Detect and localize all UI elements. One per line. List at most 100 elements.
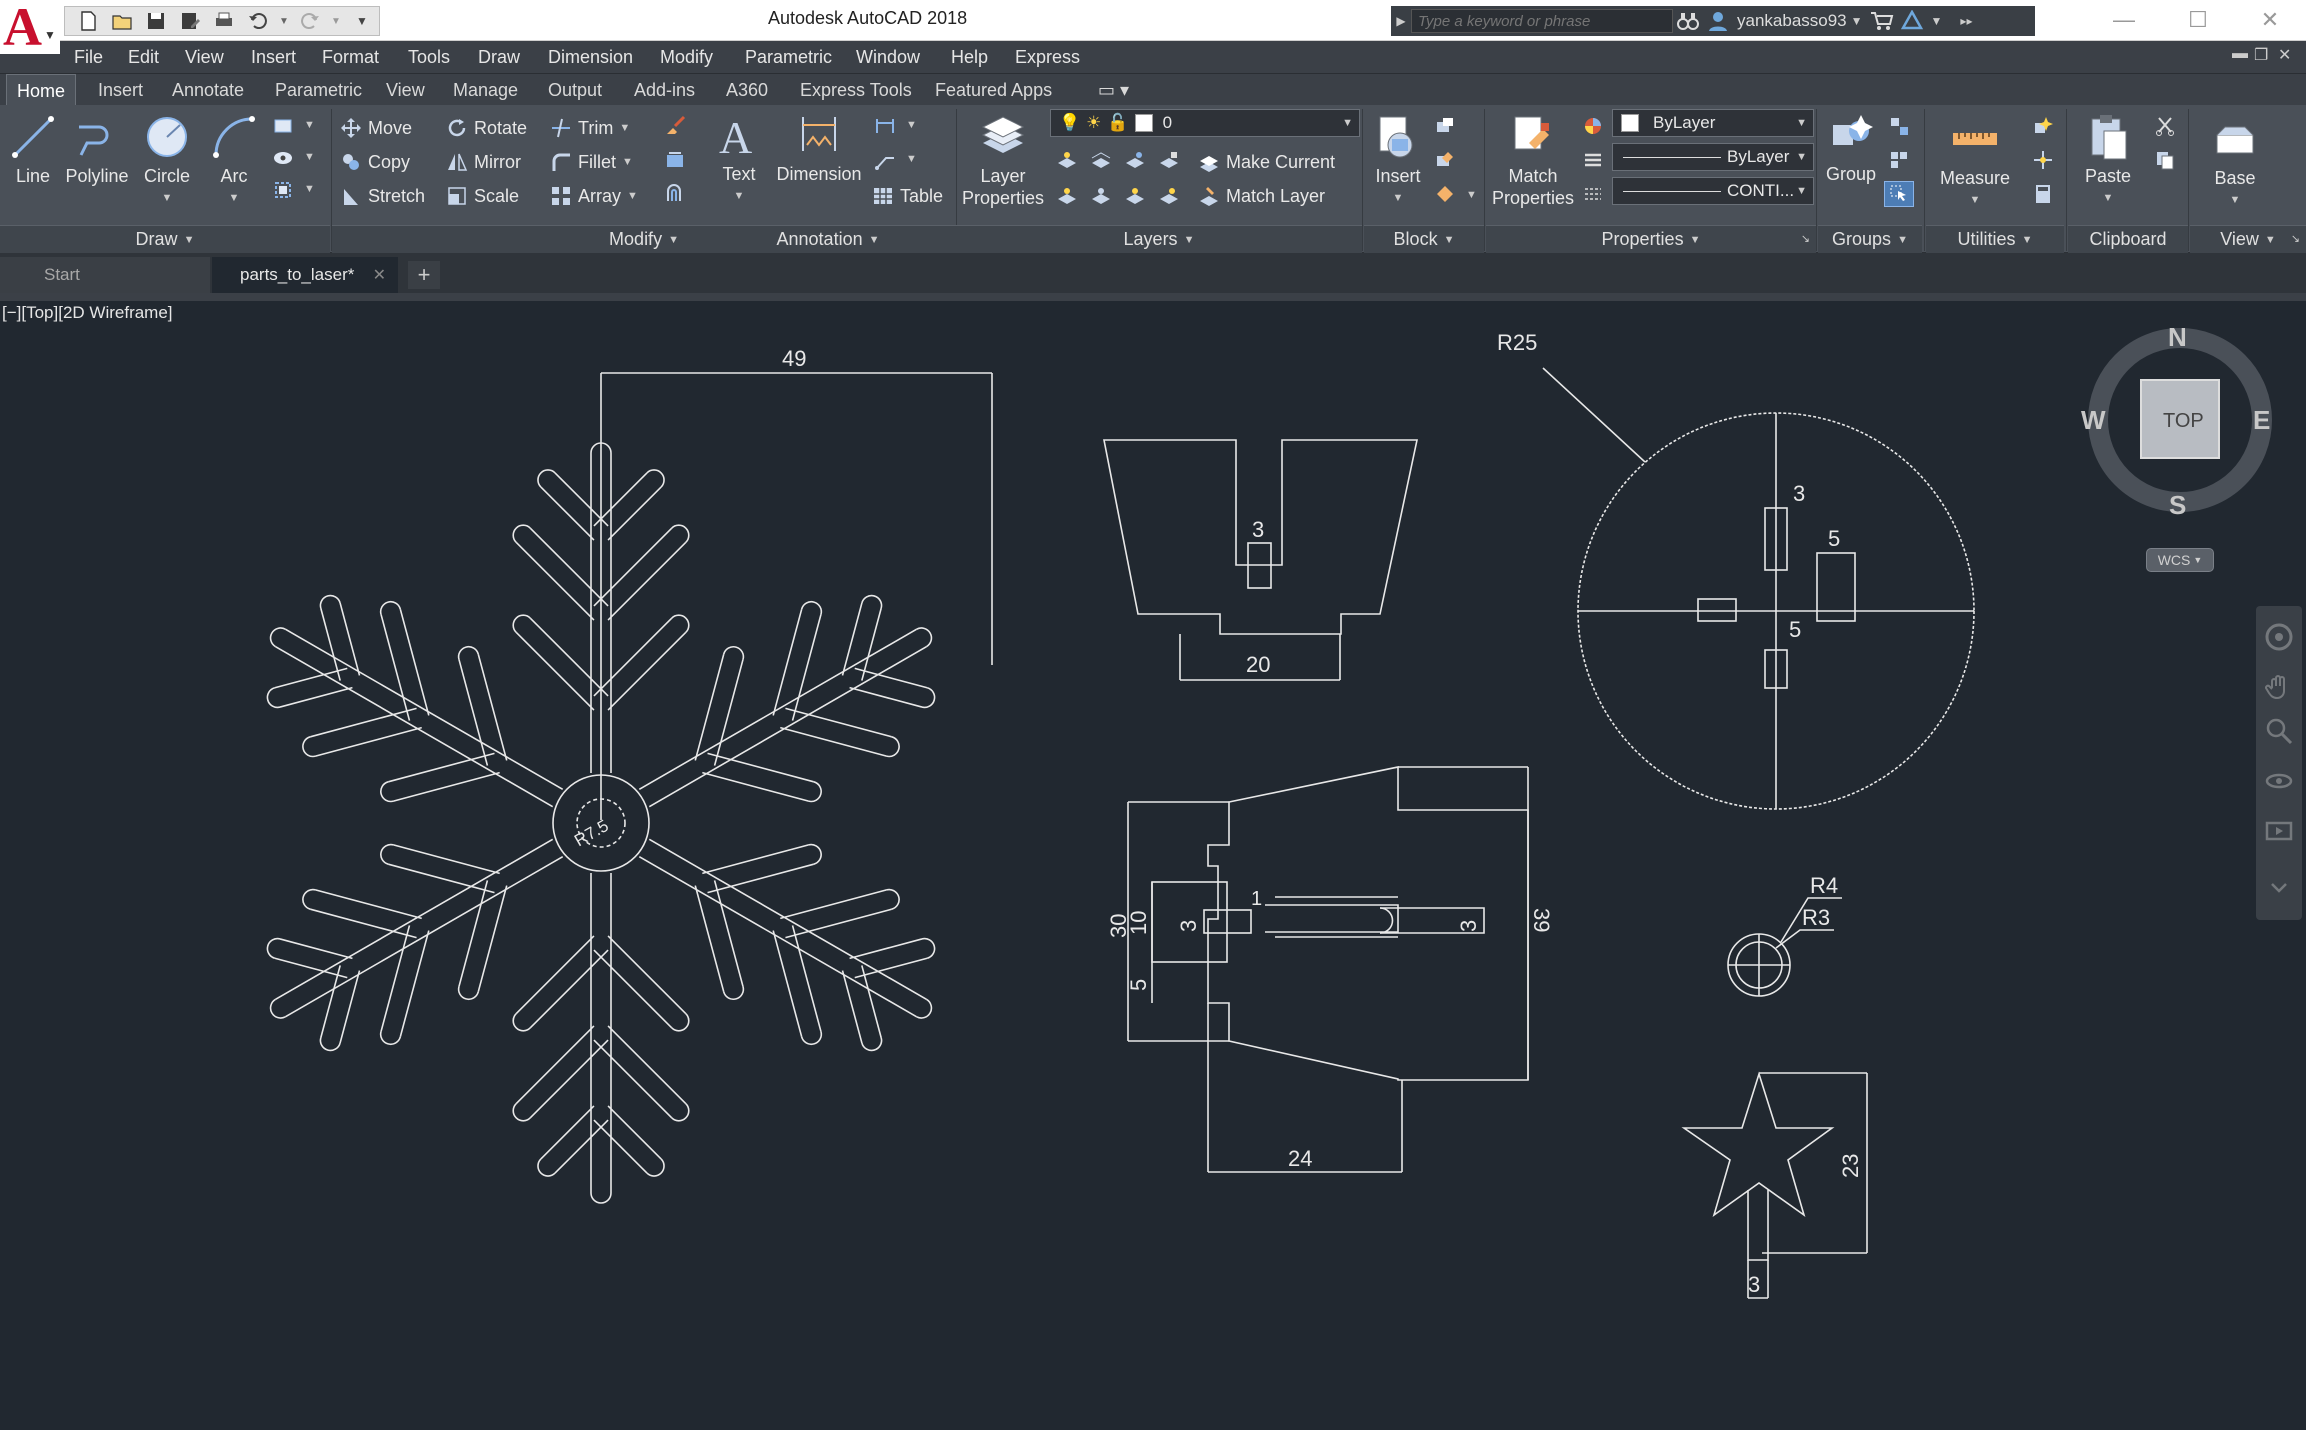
create-block-icon[interactable] [1430,113,1460,139]
compass-west[interactable]: W [2081,405,2106,435]
user-icon[interactable] [1703,9,1733,33]
leader-dropdown-icon[interactable]: ▼ [906,153,917,165]
redo-icon[interactable] [295,9,325,33]
menu-express[interactable]: Express [1015,47,1080,68]
boundary-icon[interactable] [268,177,298,203]
tab-featured-apps[interactable]: Featured Apps [935,80,1052,101]
array-dropdown-icon[interactable]: ▼ [627,190,638,202]
measure-button[interactable]: Measure ▼ [1936,115,2014,211]
file-tab-start[interactable]: Start [0,257,210,293]
tab-home[interactable]: Home [6,74,77,105]
offset-icon[interactable] [660,181,690,207]
circle-button[interactable]: Circle ▼ [138,113,196,209]
fillet-button[interactable]: Fillet ▼ [550,149,633,175]
a360-dropdown-icon[interactable]: ▼ [1931,14,1943,28]
arc-dropdown-icon[interactable]: ▼ [229,187,240,209]
tab-parametric[interactable]: Parametric [275,80,362,101]
zoom-extents-icon[interactable] [2264,716,2294,746]
wcs-menu[interactable]: WCS ▼ [2146,548,2214,572]
tab-add-ins[interactable]: Add-ins [634,80,695,101]
menu-format[interactable]: Format [322,47,379,68]
layer-on-icon[interactable] [1052,183,1082,209]
compass-east[interactable]: E [2253,405,2270,435]
binoculars-icon[interactable] [1673,9,1703,33]
rotate-button[interactable]: Rotate [446,115,527,141]
mdi-restore-icon[interactable]: ❐ [2254,45,2268,65]
leader-icon[interactable] [870,147,900,173]
mdi-minimize-icon[interactable]: ▬ [2232,45,2248,63]
text-dropdown-icon[interactable]: ▼ [734,185,745,207]
tab-view[interactable]: View [386,80,425,101]
linear-dimension-icon[interactable] [870,113,900,139]
attributes-dropdown-icon[interactable]: ▼ [1466,189,1477,201]
panel-title-view[interactable]: View ▼ ↘ [2190,225,2306,253]
paste-button[interactable]: Paste ▼ [2076,113,2140,209]
save-icon[interactable] [141,9,171,33]
menu-help[interactable]: Help [951,47,988,68]
panel-title-properties[interactable]: Properties ▼ ↘ [1486,225,1816,253]
new-tab-icon[interactable]: + [408,261,440,289]
linetype-dropdown[interactable]: CONTI... ▼ [1612,177,1814,205]
menu-modify[interactable]: Modify [660,47,713,68]
mirror-button[interactable]: Mirror [446,149,521,175]
menu-tools[interactable]: Tools [408,47,450,68]
close-icon[interactable]: ✕ [2244,4,2296,36]
id-point-icon[interactable] [2028,147,2058,173]
group-button[interactable]: Group [1822,111,1880,185]
open-icon[interactable] [107,9,137,33]
more-icon[interactable]: ▸▸ [1960,14,1972,28]
user-name[interactable]: yankabasso93 [1737,11,1847,31]
lineweight-dropdown[interactable]: ByLayer ▼ [1612,143,1814,171]
panel-title-block[interactable]: Block ▼ [1364,225,1484,253]
paste-dropdown-icon[interactable]: ▼ [2103,187,2114,209]
undo-icon[interactable] [243,9,273,33]
menu-file[interactable]: File [74,47,103,68]
move-button[interactable]: Move [340,115,412,141]
lineweight-icon[interactable] [1578,147,1608,173]
layer-dropdown[interactable]: 💡 ☀ 🔓 0 ▼ [1050,109,1360,137]
properties-dialog-launcher-icon[interactable]: ↘ [1801,232,1810,245]
compass-south[interactable]: S [2169,490,2186,520]
application-menu-button[interactable]: A ▼ [0,0,60,54]
drawing-canvas[interactable]: 49 R7.5 3 20 R25 3 5 5 30 10 5 3 3 1 39 … [0,301,2306,1430]
cart-icon[interactable] [1867,9,1897,33]
linear-dropdown-icon[interactable]: ▼ [906,119,917,131]
rectangle-icon[interactable] [268,113,298,139]
color-dropdown[interactable]: ByLayer ▼ [1612,109,1814,137]
panel-title-annotation[interactable]: Annotation ▼ [702,225,954,253]
menu-insert[interactable]: Insert [251,47,296,68]
base-view-button[interactable]: Base ▼ [2196,115,2274,211]
layer-off-icon[interactable] [1052,147,1082,173]
text-button[interactable]: A Text ▼ [712,111,766,207]
panel-title-clipboard[interactable]: Clipboard [2068,225,2188,253]
viewcube[interactable]: TOP N S E W [2081,322,2272,520]
showmotion-icon[interactable] [2264,816,2294,846]
trim-dropdown-icon[interactable]: ▼ [619,122,630,134]
trim-button[interactable]: Trim ▼ [550,115,630,141]
layer-properties-button[interactable]: Layer Properties [958,113,1048,209]
make-current-button[interactable]: Make Current [1198,149,1335,175]
layer-lock-icon[interactable] [1154,147,1184,173]
panel-title-draw[interactable]: Draw ▼ [0,225,330,253]
fillet-dropdown-icon[interactable]: ▼ [622,156,633,168]
dimension-button[interactable]: Dimension [774,111,864,185]
array-button[interactable]: Array ▼ [550,183,638,209]
expand-arrow-icon[interactable]: ▶ [1391,14,1411,28]
copy-button[interactable]: Copy [340,149,410,175]
panel-title-groups[interactable]: Groups ▼ [1818,225,1922,253]
match-properties-button[interactable]: Match Properties [1490,113,1576,209]
copy-clip-icon[interactable] [2150,147,2180,173]
insert-block-button[interactable]: Insert ▼ [1370,113,1426,209]
edit-block-icon[interactable] [1430,147,1460,173]
menu-dimension[interactable]: Dimension [548,47,633,68]
group-edit-icon[interactable] [1884,147,1914,173]
new-icon[interactable] [73,9,103,33]
circle-dropdown-icon[interactable]: ▼ [162,187,173,209]
orbit-icon[interactable] [2264,766,2294,796]
measure-dropdown-icon[interactable]: ▼ [1970,189,1981,211]
linetype-icon[interactable] [1578,181,1608,207]
boundary-dropdown-icon[interactable]: ▼ [304,183,315,195]
erase-icon[interactable] [660,113,690,139]
tab-output[interactable]: Output [548,80,602,101]
group-selection-toggle-icon[interactable] [1884,181,1914,207]
